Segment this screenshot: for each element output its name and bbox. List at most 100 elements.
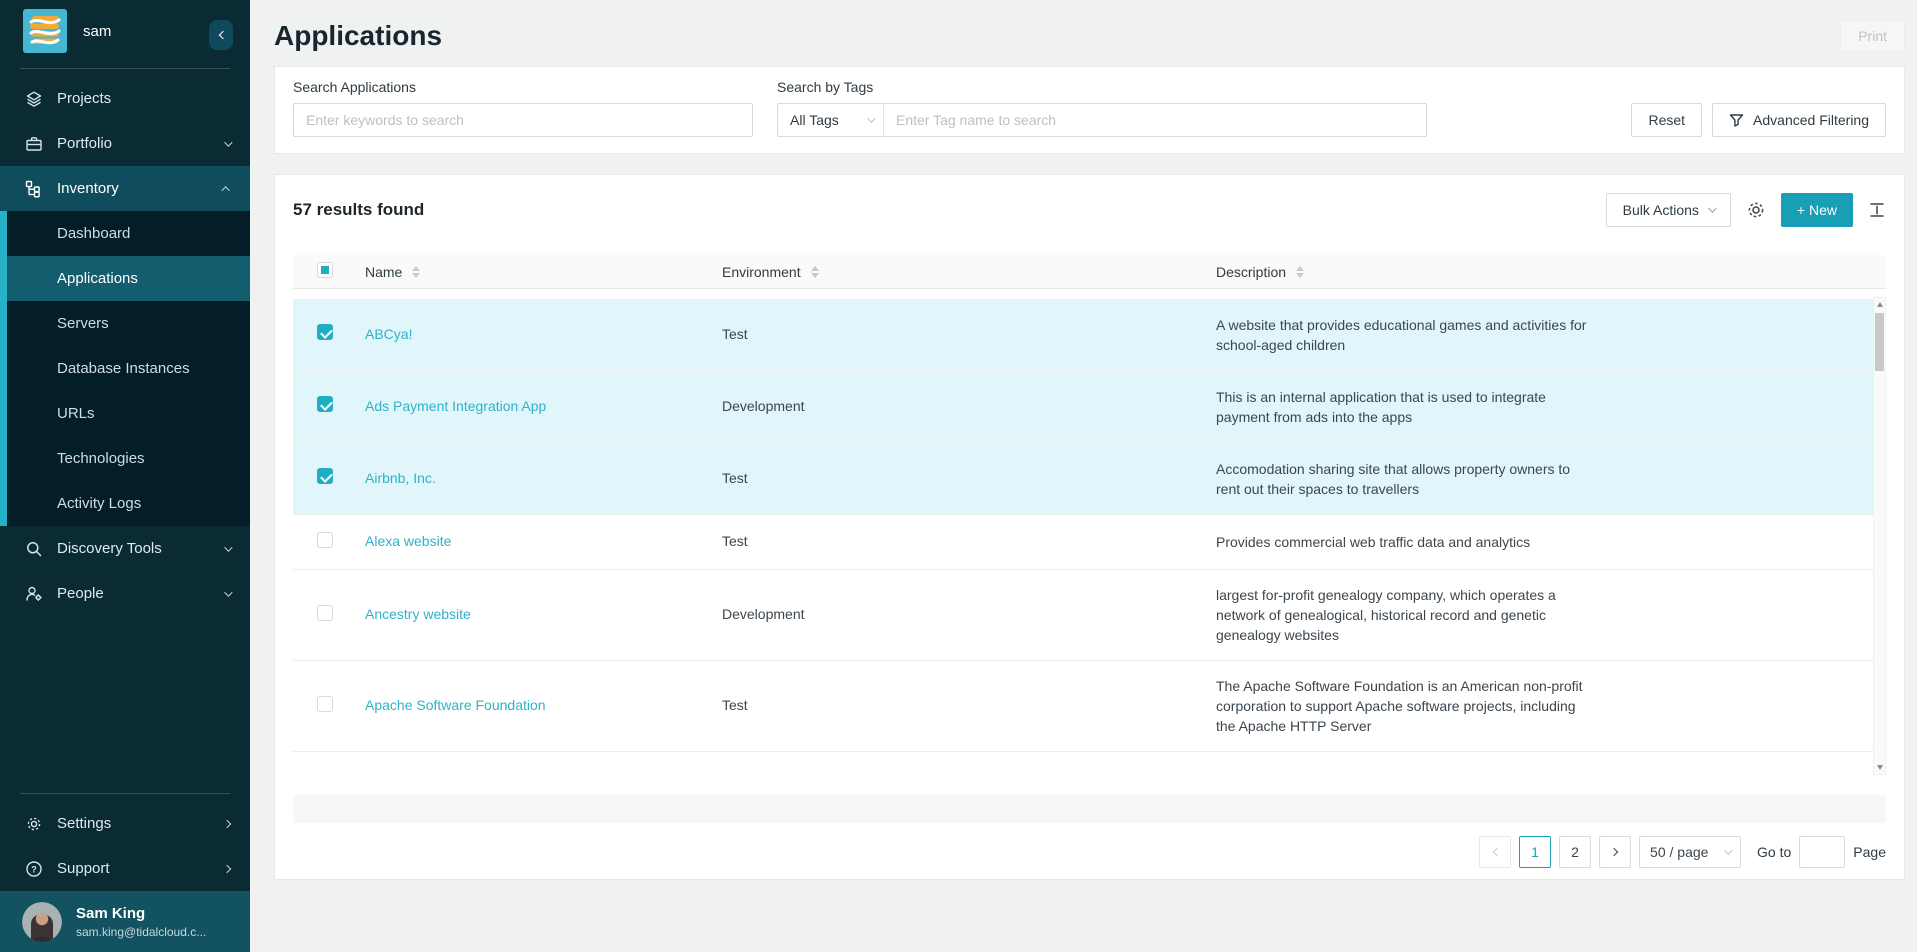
table-row[interactable]: Ads Payment Integration App Development … <box>293 371 1873 443</box>
sidebar-item-inventory[interactable]: Inventory <box>0 166 250 211</box>
inventory-submenu: Dashboard Applications Servers Database … <box>0 211 250 526</box>
sidebar-item-label: Portfolio <box>57 135 224 152</box>
tags-filter-select[interactable]: All Tags <box>778 104 884 136</box>
column-label: Name <box>365 264 402 280</box>
scrollbar-thumb[interactable] <box>1875 313 1884 371</box>
sidebar-divider <box>20 793 230 794</box>
application-link[interactable]: Ads Payment Integration App <box>365 398 546 414</box>
reset-button[interactable]: Reset <box>1631 103 1702 137</box>
sidebar-item-activity-logs[interactable]: Activity Logs <box>0 481 250 526</box>
sidebar-item-urls[interactable]: URLs <box>0 391 250 436</box>
sidebar-item-label: Dashboard <box>57 225 130 242</box>
sidebar-item-servers[interactable]: Servers <box>0 301 250 346</box>
search-applications-group: Search Applications <box>293 79 753 137</box>
chevron-down-icon <box>224 588 232 596</box>
application-link[interactable]: Ancestry website <box>365 606 471 622</box>
description-value: Accomodation sharing site that allows pr… <box>1216 459 1596 499</box>
column-header-description[interactable]: Description <box>1216 264 1886 280</box>
sidebar-item-label: Settings <box>57 815 224 832</box>
sidebar-item-label: Discovery Tools <box>57 540 224 557</box>
application-link[interactable]: Apache Software Foundation <box>365 697 546 713</box>
sidebar-item-people[interactable]: People <box>0 571 250 616</box>
chevron-left-icon <box>218 31 226 39</box>
search-applications-input[interactable] <box>293 103 753 137</box>
goto-page-input[interactable] <box>1799 836 1845 868</box>
sidebar-item-support[interactable]: ? Support <box>0 846 250 891</box>
header-checkbox-cell <box>293 262 365 281</box>
sidebar-item-settings[interactable]: Settings <box>0 801 250 846</box>
application-link[interactable]: ABCya! <box>365 326 412 342</box>
print-button[interactable]: Print <box>1840 20 1905 52</box>
vertical-scrollbar[interactable] <box>1873 297 1886 775</box>
question-circle-icon: ? <box>24 860 44 878</box>
sidebar-item-label: Activity Logs <box>57 495 141 512</box>
table-rows: ABCya! Test A website that provides educ… <box>293 289 1873 752</box>
sidebar-item-technologies[interactable]: Technologies <box>0 436 250 481</box>
table-row[interactable]: Apache Software Foundation Test The Apac… <box>293 661 1873 752</box>
sidebar-nav: Projects Portfolio Inventory Dashboard A… <box>0 76 250 616</box>
column-height-button[interactable] <box>1868 201 1886 219</box>
scroll-down-icon[interactable] <box>1874 761 1885 774</box>
column-label: Environment <box>722 264 801 280</box>
table-row[interactable]: Airbnb, Inc. Test Accomodation sharing s… <box>293 443 1873 515</box>
prev-page-button[interactable] <box>1479 836 1511 868</box>
sidebar-item-projects[interactable]: Projects <box>0 76 250 121</box>
advanced-filtering-button[interactable]: Advanced Filtering <box>1712 103 1886 137</box>
tags-selected-option: All Tags <box>790 112 839 128</box>
page-header: Applications Print <box>274 0 1905 66</box>
page-button-1[interactable]: 1 <box>1519 836 1551 868</box>
sidebar-item-discovery-tools[interactable]: Discovery Tools <box>0 526 250 571</box>
page-size-select[interactable]: 50 / page <box>1639 836 1741 868</box>
svg-text:?: ? <box>31 864 37 874</box>
avatar <box>22 902 62 942</box>
sidebar: sam Projects Portfolio <box>0 0 250 952</box>
row-checkbox[interactable] <box>317 468 333 484</box>
chevron-down-icon <box>224 543 232 551</box>
sidebar-item-dashboard[interactable]: Dashboard <box>0 211 250 256</box>
select-all-checkbox[interactable] <box>317 262 333 278</box>
pagination: 1 2 50 / page Go to Page <box>293 836 1886 868</box>
sidebar-item-applications[interactable]: Applications <box>0 256 250 301</box>
environment-value: Test <box>722 470 748 486</box>
advanced-filtering-label: Advanced Filtering <box>1753 112 1869 128</box>
user-profile[interactable]: Sam King sam.king@tidalcloud.c... <box>0 891 250 952</box>
table-row[interactable]: Alexa website Test Provides commercial w… <box>293 515 1873 570</box>
table-settings-button[interactable] <box>1746 200 1766 220</box>
page-label: Page <box>1853 844 1886 860</box>
next-page-button[interactable] <box>1599 836 1631 868</box>
chevron-down-icon <box>1708 204 1716 212</box>
environment-value: Development <box>722 606 805 622</box>
chevron-right-icon <box>1609 848 1617 856</box>
chevron-down-icon <box>867 114 875 122</box>
new-button[interactable]: + New <box>1781 193 1853 227</box>
filter-panel: Search Applications Search by Tags All T… <box>274 66 1905 154</box>
table-row[interactable]: Ancestry website Development largest for… <box>293 570 1873 661</box>
results-toolbar: 57 results found Bulk Actions + New <box>293 175 1886 245</box>
sidebar-collapse-button[interactable] <box>209 20 233 50</box>
row-checkbox[interactable] <box>317 696 333 712</box>
page-button-2[interactable]: 2 <box>1559 836 1591 868</box>
column-header-name[interactable]: Name <box>365 264 722 280</box>
description-value: A website that provides educational game… <box>1216 315 1596 355</box>
tag-search-input[interactable] <box>884 104 1426 136</box>
scroll-up-icon[interactable] <box>1874 298 1885 311</box>
description-value: The Apache Software Foundation is an Ame… <box>1216 676 1596 736</box>
sidebar-item-portfolio[interactable]: Portfolio <box>0 121 250 166</box>
bulk-actions-button[interactable]: Bulk Actions <box>1606 193 1731 227</box>
sitemap-icon <box>24 180 44 198</box>
table-row[interactable]: ABCya! Test A website that provides educ… <box>293 299 1873 371</box>
column-header-environment[interactable]: Environment <box>722 264 1216 280</box>
table-header: Name Environment Description <box>293 255 1886 289</box>
sort-icon <box>1296 266 1304 278</box>
row-checkbox[interactable] <box>317 324 333 340</box>
application-link[interactable]: Airbnb, Inc. <box>365 470 436 486</box>
gear-icon <box>1746 200 1766 220</box>
layers-icon <box>24 90 44 108</box>
row-checkbox[interactable] <box>317 532 333 548</box>
horizontal-scrollbar[interactable] <box>293 795 1886 823</box>
application-link[interactable]: Alexa website <box>365 533 451 549</box>
row-checkbox[interactable] <box>317 605 333 621</box>
sidebar-item-database-instances[interactable]: Database Instances <box>0 346 250 391</box>
row-checkbox[interactable] <box>317 396 333 412</box>
search-by-tags-group: Search by Tags All Tags <box>777 79 1427 137</box>
